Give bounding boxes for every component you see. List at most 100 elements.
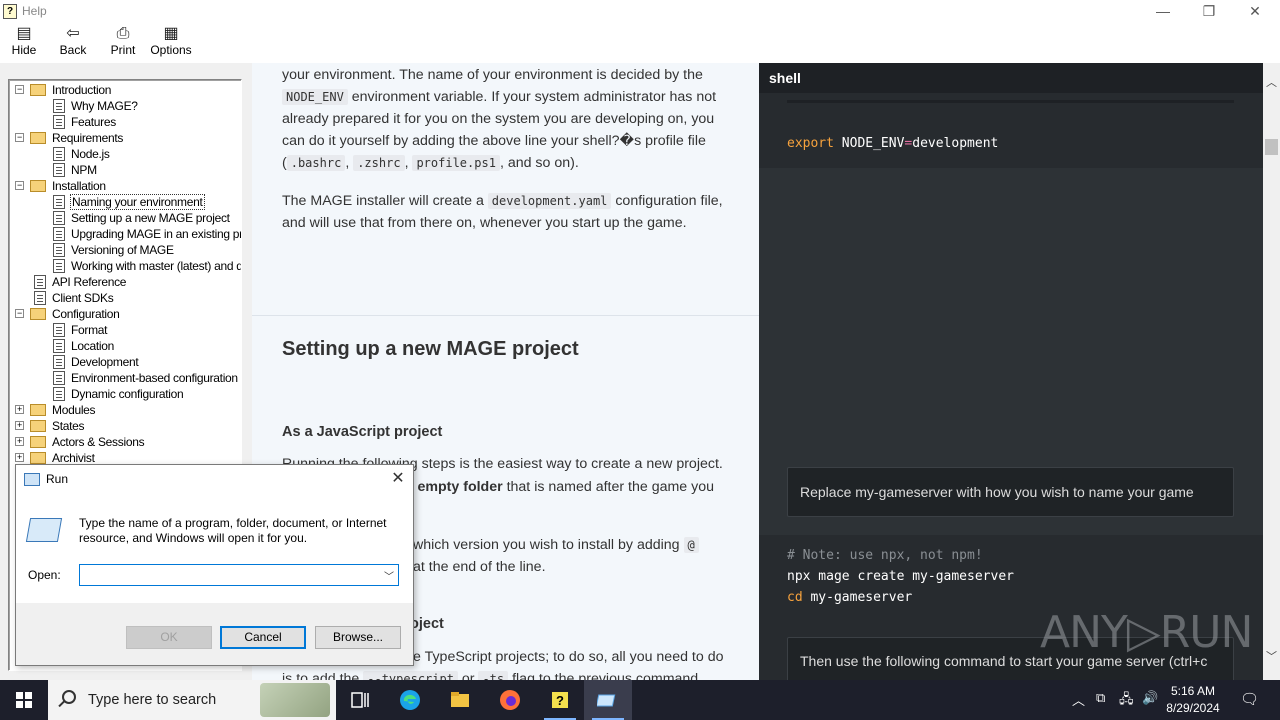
file-explorer-button[interactable] bbox=[436, 680, 484, 720]
back-button[interactable]: ⇦ Back bbox=[56, 25, 90, 61]
search-placeholder: Type here to search bbox=[88, 692, 217, 708]
run-app-icon bbox=[597, 694, 616, 707]
print-button[interactable]: ⎙ Print bbox=[106, 25, 140, 61]
code-line-create: npx mage create my-gameserver bbox=[787, 569, 1014, 584]
tree-item[interactable]: + Actors & Sessions bbox=[9, 434, 241, 450]
page-icon bbox=[53, 243, 65, 257]
help-taskbar-button[interactable]: ? bbox=[536, 680, 584, 720]
expand-icon[interactable]: + bbox=[15, 437, 24, 446]
scroll-up-icon[interactable]: ︿ bbox=[1263, 75, 1280, 92]
minimize-button[interactable]: — bbox=[1140, 0, 1186, 23]
start-button[interactable] bbox=[0, 680, 48, 720]
tree-item[interactable]: + States bbox=[9, 418, 241, 434]
book-folder-icon bbox=[30, 452, 46, 464]
edge-button[interactable] bbox=[386, 680, 434, 720]
page-icon bbox=[34, 291, 46, 305]
tree-item[interactable]: − Installation bbox=[9, 178, 241, 194]
code-comment: # Note: use npx, not npm! bbox=[787, 548, 983, 563]
task-view-icon bbox=[351, 692, 369, 708]
tree-item[interactable]: Dynamic configuration bbox=[9, 386, 241, 402]
printer-icon: ⎙ bbox=[116, 25, 130, 42]
code-tab-bar: shell bbox=[759, 63, 1263, 93]
windows-logo-icon bbox=[16, 692, 32, 708]
run-taskbar-button[interactable] bbox=[584, 680, 632, 720]
tree-item[interactable]: Setting up a new MAGE project bbox=[9, 210, 241, 226]
open-input[interactable]: ﹀ bbox=[79, 564, 399, 586]
code-development-yaml: development.yaml bbox=[487, 193, 612, 209]
collapse-icon[interactable]: − bbox=[15, 133, 24, 142]
tree-item[interactable]: + Modules bbox=[9, 402, 241, 418]
network-icon[interactable]: 🖧 bbox=[1119, 690, 1134, 712]
code-at: @ bbox=[683, 537, 699, 553]
title-bar: ? Help — ❐ ✕ bbox=[0, 0, 1280, 23]
task-view-button[interactable] bbox=[336, 680, 384, 720]
tree-item[interactable]: Location bbox=[9, 338, 241, 354]
tab-shell[interactable]: shell bbox=[769, 70, 801, 86]
tree-item-label: Configuration bbox=[52, 307, 120, 321]
collapse-icon[interactable]: − bbox=[15, 85, 24, 94]
tree-item[interactable]: API Reference bbox=[9, 274, 241, 290]
run-icon bbox=[24, 473, 40, 486]
tree-item[interactable]: Naming your environment bbox=[9, 194, 241, 210]
tree-item-label: Introduction bbox=[52, 83, 112, 97]
tree-item[interactable]: Why MAGE? bbox=[9, 98, 241, 114]
page-icon bbox=[53, 115, 65, 129]
content-scrollbar[interactable]: ︿ ﹀ bbox=[1263, 63, 1280, 680]
note-replace-gameserver: Replace my-gameserver with how you wish … bbox=[787, 467, 1234, 517]
maximize-button[interactable]: ❐ bbox=[1186, 0, 1232, 23]
collapse-icon[interactable]: − bbox=[15, 309, 24, 318]
code-bashrc: .bashrc bbox=[286, 155, 346, 171]
cancel-button[interactable]: Cancel bbox=[220, 626, 306, 649]
tree-item[interactable]: − Configuration bbox=[9, 306, 241, 322]
search-highlight-image bbox=[260, 683, 330, 717]
expand-icon[interactable]: + bbox=[15, 453, 24, 462]
close-button[interactable]: ✕ bbox=[1232, 0, 1278, 23]
tree-item[interactable]: Node.js bbox=[9, 146, 241, 162]
tree-item[interactable]: Development bbox=[9, 354, 241, 370]
system-clock[interactable]: 5:16 AM 8/29/2024 bbox=[1160, 683, 1226, 717]
notification-icon[interactable]: 🗨 bbox=[1240, 690, 1259, 708]
chevron-down-icon[interactable]: ﹀ bbox=[384, 568, 394, 583]
taskbar-search[interactable]: Type here to search bbox=[48, 680, 336, 720]
meet-now-icon[interactable]: ⧉ bbox=[1096, 690, 1105, 706]
collapse-icon[interactable]: − bbox=[15, 181, 24, 190]
tree-item[interactable]: Features bbox=[9, 114, 241, 130]
tree-item-label: Modules bbox=[52, 403, 96, 417]
code-profile: profile.ps1 bbox=[412, 155, 500, 171]
expand-icon[interactable]: + bbox=[15, 405, 24, 414]
tree-item[interactable]: Working with master (latest) and dev bbox=[9, 258, 241, 274]
tree-item[interactable]: Upgrading MAGE in an existing proj bbox=[9, 226, 241, 242]
ts-project-heading: oject bbox=[410, 616, 444, 632]
browse-button[interactable]: Browse... bbox=[315, 626, 401, 649]
tree-item[interactable]: Versioning of MAGE bbox=[9, 242, 241, 258]
code-line-export: export NODE_ENV=development bbox=[787, 136, 999, 151]
paragraph-node-env: your environment. The name of your envir… bbox=[282, 67, 717, 171]
tree-item[interactable]: Environment-based configuration bbox=[9, 370, 241, 386]
scroll-down-icon[interactable]: ﹀ bbox=[1263, 649, 1280, 666]
expand-icon[interactable]: + bbox=[15, 421, 24, 430]
book-folder-icon bbox=[30, 84, 46, 96]
chevron-up-icon[interactable]: ︿ bbox=[1072, 690, 1085, 709]
tree-item[interactable]: Format bbox=[9, 322, 241, 338]
firefox-button[interactable] bbox=[486, 680, 534, 720]
page-icon bbox=[34, 275, 46, 289]
tree-item[interactable]: Client SDKs bbox=[9, 290, 241, 306]
options-button[interactable]: ▦ Options bbox=[150, 25, 192, 61]
hide-button[interactable]: ▤ Hide bbox=[8, 25, 40, 61]
ok-button[interactable]: OK bbox=[126, 626, 212, 649]
help-toolbar: ▤ Hide ⇦ Back ⎙ Print ▦ Options bbox=[0, 23, 1280, 63]
scroll-thumb[interactable] bbox=[1265, 139, 1278, 155]
tree-item-label: Actors & Sessions bbox=[52, 435, 145, 449]
tree-item[interactable]: NPM bbox=[9, 162, 241, 178]
volume-icon[interactable]: 🔊 bbox=[1142, 690, 1158, 706]
tree-item-label: API Reference bbox=[52, 275, 127, 289]
tree-item[interactable]: − Introduction bbox=[9, 82, 241, 98]
tree-item-label: Format bbox=[71, 323, 108, 337]
tree-item[interactable]: − Requirements bbox=[9, 130, 241, 146]
hide-label: Hide bbox=[11, 43, 37, 57]
run-title: Run bbox=[46, 472, 69, 486]
run-close-icon[interactable]: ✕ bbox=[388, 468, 408, 488]
page-icon bbox=[53, 163, 65, 177]
back-arrow-icon: ⇦ bbox=[66, 25, 80, 42]
folder-icon bbox=[451, 692, 469, 707]
